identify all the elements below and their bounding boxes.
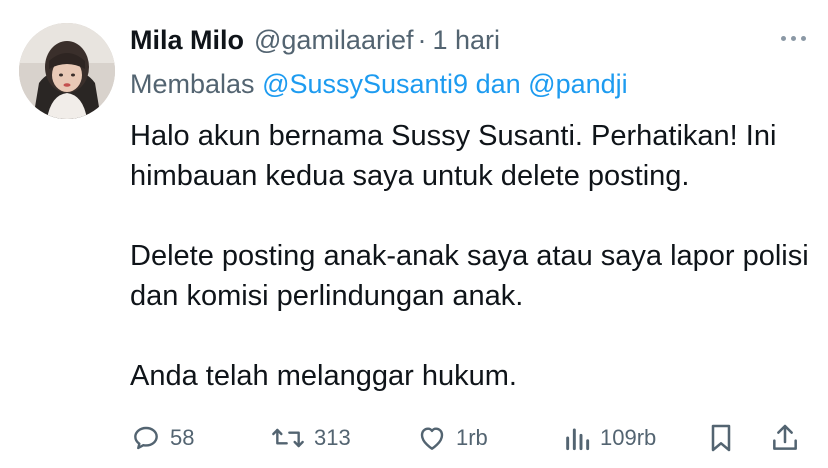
separator-dot: · bbox=[417, 25, 427, 55]
like-count: 1rb bbox=[456, 425, 488, 450]
mention-link[interactable]: @SussySusanti9 bbox=[262, 69, 468, 99]
reply-prefix: Membalas bbox=[130, 69, 255, 99]
like-icon bbox=[420, 427, 444, 450]
tweet-header: Mila Milo @gamilaarief · 1 hari bbox=[130, 22, 808, 58]
tweet-paragraph: Halo akun bernama Sussy Susanti. Perhati… bbox=[130, 120, 777, 192]
reply-icon bbox=[134, 426, 158, 450]
retweet-count: 313 bbox=[314, 425, 351, 450]
views-button[interactable]: 109rb bbox=[562, 418, 656, 458]
avatar[interactable] bbox=[19, 23, 115, 119]
retweet-button[interactable]: 313 bbox=[270, 418, 351, 458]
tweet-paragraph: Delete posting anak-anak saya atau saya … bbox=[130, 240, 809, 312]
share-button[interactable] bbox=[770, 418, 800, 458]
views-icon bbox=[566, 428, 590, 451]
retweet-icon bbox=[272, 428, 304, 448]
action-bar: 58 313 1rb 109rb bbox=[130, 418, 810, 458]
avatar-image bbox=[19, 23, 115, 119]
views-count: 109rb bbox=[600, 425, 657, 450]
more-icon[interactable] bbox=[781, 36, 806, 41]
reply-count: 58 bbox=[170, 425, 195, 450]
tweet-body: Halo akun bernama Sussy Susanti. Perhati… bbox=[130, 116, 810, 396]
reply-conjunction: dan bbox=[475, 69, 521, 99]
share-icon bbox=[773, 424, 797, 450]
timestamp[interactable]: 1 hari bbox=[432, 22, 500, 58]
bookmark-button[interactable] bbox=[706, 418, 736, 458]
bookmark-icon bbox=[711, 424, 731, 452]
reply-button[interactable]: 58 bbox=[130, 418, 194, 458]
tweet-paragraph: Anda telah melanggar hukum. bbox=[130, 360, 517, 392]
reply-context: Membalas @SussySusanti9 dan @pandji bbox=[130, 66, 628, 102]
author-handle[interactable]: @gamilaarief bbox=[254, 22, 413, 58]
like-button[interactable]: 1rb bbox=[416, 418, 488, 458]
mention-link[interactable]: @pandji bbox=[528, 69, 627, 99]
author-name[interactable]: Mila Milo bbox=[130, 22, 244, 58]
